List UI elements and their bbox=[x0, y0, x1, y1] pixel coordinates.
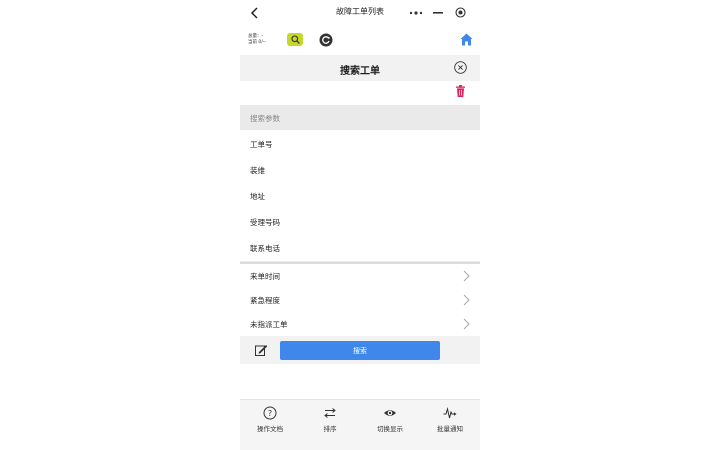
phone-screen: 故障工单列表 总量：- 当前 0/-- 搜索工单 搜索参数 工单号 装维 地址 … bbox=[240, 0, 480, 450]
minimize-icon[interactable] bbox=[427, 4, 449, 21]
search-toggle-button[interactable] bbox=[287, 33, 303, 46]
option-label: 未指派工单 bbox=[250, 320, 288, 329]
option-unassigned[interactable]: 未指派工单 bbox=[240, 312, 480, 337]
close-icon[interactable] bbox=[454, 61, 467, 74]
field-label: 地址 bbox=[250, 192, 265, 201]
bottom-toolbar: ? 操作文档 排序 切换显示 批量通知 bbox=[240, 399, 480, 450]
stat-current: 当前 0/-- bbox=[248, 39, 267, 45]
pulse-icon bbox=[443, 407, 457, 419]
option-order-time[interactable]: 来单时间 bbox=[240, 264, 480, 289]
search-panel-header: 搜索工单 bbox=[240, 55, 480, 81]
field-label: 装维 bbox=[250, 166, 265, 175]
nav-label: 排序 bbox=[323, 425, 337, 433]
mini-program-capsule bbox=[405, 4, 471, 21]
clear-row bbox=[240, 81, 480, 103]
option-label: 来单时间 bbox=[250, 272, 280, 281]
toolbar: 总量：- 当前 0/-- bbox=[240, 26, 480, 54]
title-bar: 故障工单列表 bbox=[240, 0, 480, 26]
section-label: 搜索参数 bbox=[250, 114, 280, 123]
action-row: 搜索 bbox=[240, 336, 480, 364]
search-icon bbox=[290, 35, 300, 44]
more-dots-icon[interactable] bbox=[405, 4, 427, 21]
nav-help-docs[interactable]: ? 操作文档 bbox=[240, 406, 300, 436]
count-stats: 总量：- 当前 0/-- bbox=[248, 34, 266, 45]
sort-arrows-icon bbox=[324, 408, 336, 418]
field-contact-phone[interactable]: 联系电话 bbox=[240, 235, 480, 262]
edit-icon[interactable] bbox=[255, 344, 268, 356]
chevron-right-icon bbox=[463, 270, 470, 282]
option-urgency[interactable]: 紧急程度 bbox=[240, 288, 480, 313]
field-accept-number[interactable]: 受理号码 bbox=[240, 209, 480, 236]
nav-toggle-display[interactable]: 切换显示 bbox=[360, 406, 420, 436]
field-order-number[interactable]: 工单号 bbox=[240, 131, 480, 158]
field-label: 受理号码 bbox=[250, 218, 280, 227]
panel-title: 搜索工单 bbox=[340, 66, 380, 77]
svg-text:?: ? bbox=[268, 409, 272, 418]
nav-label: 切换显示 bbox=[377, 425, 403, 433]
target-close-icon[interactable] bbox=[449, 4, 471, 21]
trash-icon[interactable] bbox=[456, 85, 465, 97]
option-label: 紧急程度 bbox=[250, 296, 280, 305]
home-icon[interactable] bbox=[460, 33, 473, 46]
help-icon: ? bbox=[263, 406, 277, 420]
search-button[interactable]: 搜索 bbox=[280, 341, 440, 360]
chevron-right-icon bbox=[463, 294, 470, 306]
chevron-right-icon bbox=[463, 318, 470, 330]
nav-batch-notify[interactable]: 批量通知 bbox=[420, 406, 480, 436]
field-label: 工单号 bbox=[250, 140, 273, 149]
refresh-icon[interactable] bbox=[319, 33, 333, 47]
search-params-section: 搜索参数 bbox=[240, 105, 480, 130]
field-installer[interactable]: 装维 bbox=[240, 157, 480, 184]
eye-icon bbox=[384, 410, 396, 416]
nav-sort[interactable]: 排序 bbox=[300, 406, 360, 436]
nav-label: 批量通知 bbox=[437, 425, 463, 433]
field-label: 联系电话 bbox=[250, 244, 280, 253]
nav-label: 操作文档 bbox=[257, 425, 283, 433]
field-address[interactable]: 地址 bbox=[240, 183, 480, 210]
